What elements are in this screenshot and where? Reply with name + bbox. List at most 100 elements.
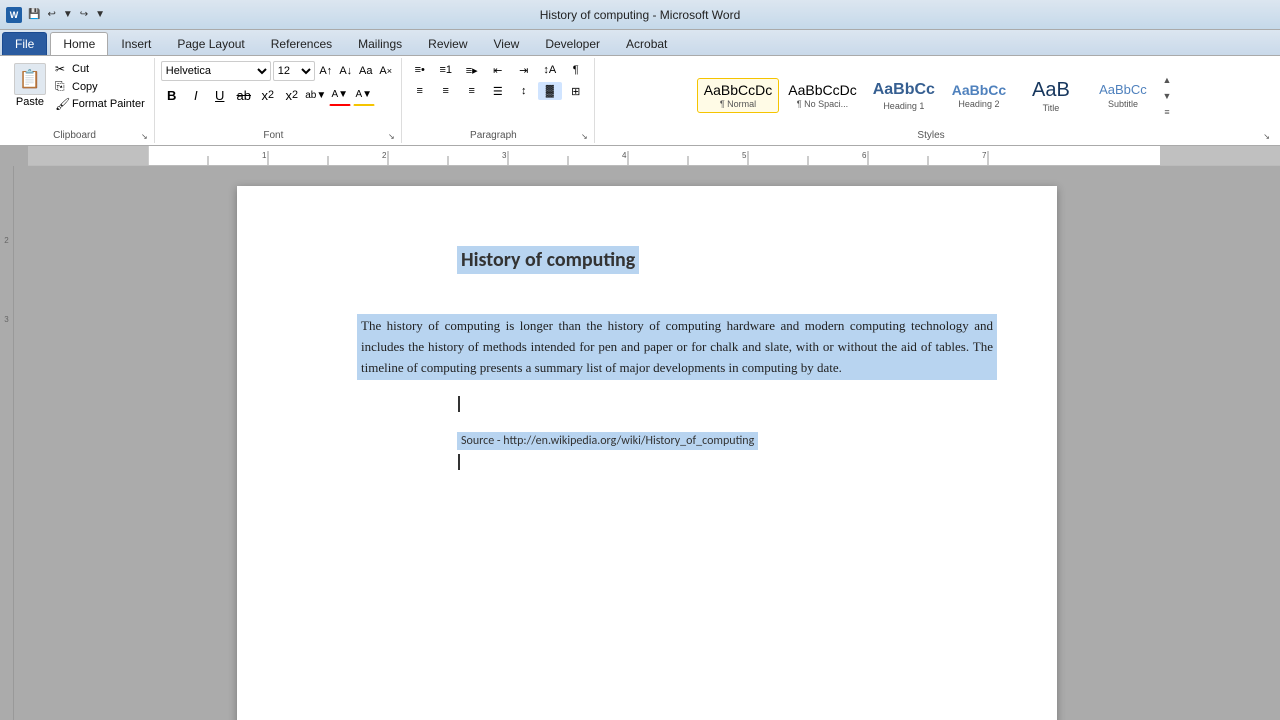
tab-review[interactable]: Review: [415, 32, 480, 55]
title-bar: W 💾 ↩ ▼ ↪ ▼ History of computing - Micro…: [0, 0, 1280, 30]
format-painter-button[interactable]: 🖌 Format Painter: [52, 96, 148, 112]
undo-dropdown-btn[interactable]: ▼: [61, 8, 75, 21]
tab-acrobat[interactable]: Acrobat: [613, 32, 680, 55]
cut-icon: ✂: [55, 62, 69, 76]
style-subtitle[interactable]: AaBbCc Subtitle: [1088, 78, 1158, 113]
style-no-spacing[interactable]: AaBbCcDc ¶ No Spaci...: [781, 78, 863, 114]
align-left-btn[interactable]: ≡: [408, 82, 432, 100]
superscript-button[interactable]: x2: [281, 84, 303, 106]
format-painter-icon: 🖌: [55, 97, 69, 111]
style-heading2[interactable]: AaBbCc Heading 2: [944, 78, 1014, 114]
svg-text:4: 4: [622, 151, 627, 160]
paragraph-row1: ≡• ≡1 ≡▸ ⇤ ⇥ ↕A ¶: [408, 61, 588, 79]
tab-mailings[interactable]: Mailings: [345, 32, 415, 55]
save-qa-btn[interactable]: 💾: [26, 8, 42, 21]
format-painter-label: Format Painter: [72, 98, 145, 110]
text-color-btn[interactable]: A▼: [329, 84, 351, 106]
paragraph-group-label: Paragraph: [408, 130, 579, 143]
line-spacing-btn[interactable]: ↕: [512, 82, 536, 100]
multilevel-list-btn[interactable]: ≡▸: [460, 61, 484, 79]
quick-access-toolbar: 💾 ↩ ▼ ↪ ▼: [26, 8, 107, 21]
style-subtitle-preview: AaBbCc: [1099, 82, 1147, 98]
tab-view[interactable]: View: [481, 32, 533, 55]
style-heading1-preview: AaBbCc: [873, 80, 935, 99]
bullet-list-btn[interactable]: ≡•: [408, 61, 432, 79]
style-normal[interactable]: AaBbCcDc ¶ Normal: [697, 78, 779, 114]
ruler-gray-left: [28, 146, 148, 165]
tab-references[interactable]: References: [258, 32, 345, 55]
text-cursor-1: [458, 396, 460, 412]
svg-text:6: 6: [862, 151, 867, 160]
redo-qa-btn[interactable]: ↪: [78, 8, 90, 21]
ruler-svg: 1 2 3 4 5 6 7: [148, 146, 1160, 165]
clipboard-group-bottom: Clipboard ↘: [10, 130, 148, 143]
shading-btn[interactable]: ▓: [538, 82, 562, 100]
tab-insert[interactable]: Insert: [108, 32, 164, 55]
paragraph-group-bottom: Paragraph ↘: [408, 130, 588, 143]
strikethrough-button[interactable]: ab: [233, 84, 255, 106]
ruler: 1 2 3 4 5 6 7: [28, 146, 1280, 166]
style-heading1-label: Heading 1: [883, 101, 924, 111]
paste-icon: 📋: [14, 63, 46, 95]
style-no-spacing-preview: AaBbCcDc: [788, 82, 856, 99]
clipboard-expand-btn[interactable]: ↘: [141, 132, 148, 141]
style-no-spacing-label: ¶ No Spaci...: [797, 99, 848, 109]
document-body: The history of computing is longer than …: [357, 314, 997, 380]
underline-button[interactable]: U: [209, 84, 231, 106]
customize-qa-btn[interactable]: ▼: [93, 8, 107, 21]
style-title-preview: AaB: [1032, 78, 1070, 102]
document-area[interactable]: History of computing The history of comp…: [14, 166, 1280, 720]
tab-file[interactable]: File: [2, 32, 47, 55]
font-expand-btn[interactable]: ↘: [388, 132, 395, 141]
justify-btn[interactable]: ☰: [486, 82, 510, 100]
increase-indent-btn[interactable]: ⇥: [512, 61, 536, 79]
align-center-btn[interactable]: ≡: [434, 82, 458, 100]
word-icon: W: [6, 7, 22, 23]
style-heading1[interactable]: AaBbCc Heading 1: [866, 76, 942, 114]
ruler-gray-right: [1160, 146, 1280, 165]
italic-button[interactable]: I: [185, 84, 207, 106]
change-case-btn[interactable]: Aa: [357, 62, 375, 80]
paste-button[interactable]: 📋 Paste: [10, 61, 50, 110]
styles-scroll[interactable]: ▲ ▼ ≡: [1160, 73, 1174, 119]
font-color-btn[interactable]: A▼: [353, 84, 375, 106]
text-highlight-btn[interactable]: ab▼: [305, 84, 327, 106]
cursor-block-1: [457, 396, 997, 412]
style-title[interactable]: AaB Title: [1016, 74, 1086, 117]
tab-home[interactable]: Home: [50, 32, 108, 55]
copy-label: Copy: [72, 81, 98, 93]
tab-developer[interactable]: Developer: [532, 32, 613, 55]
styles-down-arrow[interactable]: ▼: [1160, 89, 1174, 103]
sidebar-marker-3: 3: [4, 315, 8, 324]
paragraph-content: ≡• ≡1 ≡▸ ⇤ ⇥ ↕A ¶ ≡ ≡ ≡ ☰ ↕ ▓ ⊞: [408, 58, 588, 130]
clear-format-btn[interactable]: A×: [377, 62, 395, 80]
styles-expand-btn[interactable]: ↘: [1263, 132, 1270, 141]
copy-button[interactable]: ⎘ Copy: [52, 78, 148, 95]
subscript-button[interactable]: x2: [257, 84, 279, 106]
number-list-btn[interactable]: ≡1: [434, 61, 458, 79]
decrease-indent-btn[interactable]: ⇤: [486, 61, 510, 79]
clipboard-content: 📋 Paste ✂ Cut ⎘ Copy 🖌 Format Painter: [10, 58, 148, 130]
styles-group: AaBbCcDc ¶ Normal AaBbCcDc ¶ No Spaci...…: [595, 58, 1276, 143]
styles-more-arrow[interactable]: ≡: [1160, 105, 1174, 119]
show-hide-btn[interactable]: ¶: [564, 61, 588, 79]
border-btn[interactable]: ⊞: [564, 82, 588, 100]
decrease-font-btn[interactable]: A↓: [337, 62, 355, 80]
ruler-sidebar-spacer: [0, 146, 14, 166]
svg-text:2: 2: [382, 151, 387, 160]
font-size-select[interactable]: 12: [273, 61, 315, 81]
increase-font-btn[interactable]: A↑: [317, 62, 335, 80]
undo-qa-btn[interactable]: ↩: [45, 8, 57, 21]
bold-button[interactable]: B: [161, 84, 183, 106]
paragraph-group: ≡• ≡1 ≡▸ ⇤ ⇥ ↕A ¶ ≡ ≡ ≡ ☰ ↕ ▓ ⊞ Paragrap…: [402, 58, 595, 143]
paragraph-expand-btn[interactable]: ↘: [581, 132, 588, 141]
font-row2: B I U ab x2 x2 ab▼ A▼ A▼: [161, 84, 375, 106]
align-right-btn[interactable]: ≡: [460, 82, 484, 100]
style-subtitle-label: Subtitle: [1108, 99, 1138, 109]
font-name-select[interactable]: Helvetica: [161, 61, 271, 81]
font-group: Helvetica 12 A↑ A↓ Aa A× B I U ab x2 x2 …: [155, 58, 402, 143]
styles-up-arrow[interactable]: ▲: [1160, 73, 1174, 87]
sort-btn[interactable]: ↕A: [538, 61, 562, 79]
tab-page-layout[interactable]: Page Layout: [164, 32, 257, 55]
cut-button[interactable]: ✂ Cut: [52, 61, 148, 77]
